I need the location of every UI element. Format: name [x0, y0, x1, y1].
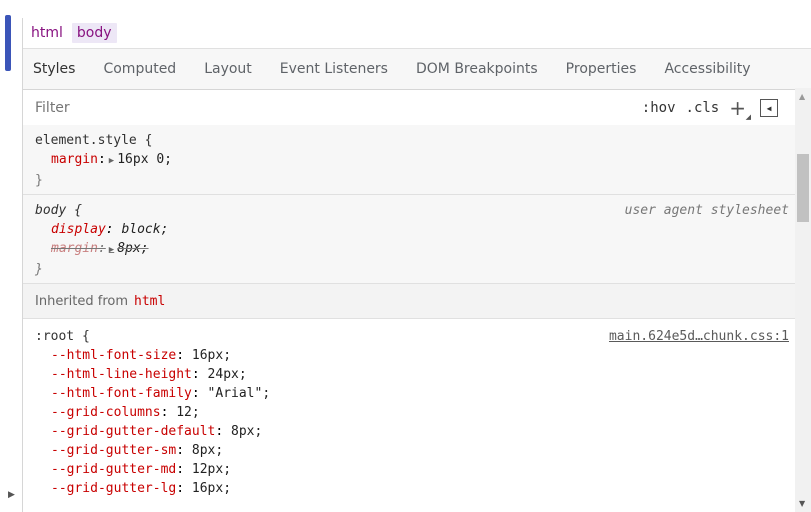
property-name[interactable]: margin [51, 152, 98, 167]
property-value[interactable]: 16px 0; [117, 152, 172, 167]
plus-icon: + [729, 96, 746, 120]
new-style-rule-button[interactable]: + ◢ [729, 96, 751, 121]
filter-row: :hov .cls +◢ ◀ [23, 90, 811, 127]
property-name[interactable]: --grid-gutter-lg [51, 481, 176, 496]
close-brace: } [35, 173, 43, 188]
property-value[interactable]: 8px; [231, 424, 262, 439]
body-decl-display: display: block; [51, 222, 169, 237]
scroll-up-arrow-icon[interactable]: ▲ [799, 92, 805, 101]
breadcrumb-html[interactable]: html [31, 25, 63, 41]
root-rule: :root { main.624e5d…chunk.css:1 --html-f… [23, 319, 795, 498]
property-value[interactable]: "Arial"; [208, 386, 271, 401]
element-style-selector[interactable]: element.style { [35, 131, 787, 150]
property-name[interactable]: --grid-columns [51, 405, 161, 420]
rule-origin: user agent stylesheet [624, 203, 789, 218]
filter-input[interactable] [33, 99, 597, 117]
root-decl[interactable]: --grid-gutter-lg: 16px; [35, 479, 787, 498]
property-name[interactable]: --grid-gutter-md [51, 462, 176, 477]
property-value: 8px; [117, 241, 149, 256]
tab-computed[interactable]: Computed [103, 61, 176, 77]
tab-properties[interactable]: Properties [566, 61, 637, 77]
expand-arrow-icon[interactable]: ▶ [8, 490, 15, 500]
styles-panel: html body Styles Computed Layout Event L… [22, 18, 811, 512]
root-decl[interactable]: --grid-gutter-sm: 8px; [35, 441, 787, 460]
close-brace: } [35, 262, 43, 277]
stylesheet-source-link[interactable]: main.624e5d…chunk.css:1 [609, 327, 789, 346]
root-decl[interactable]: --html-line-height: 24px; [35, 365, 787, 384]
root-decl[interactable]: --grid-gutter-md: 12px; [35, 460, 787, 479]
element-style-decl[interactable]: margin: ▶ 16px 0; [35, 150, 787, 171]
tab-event-listeners[interactable]: Event Listeners [280, 61, 388, 77]
root-decl[interactable]: --grid-columns: 12; [35, 403, 787, 422]
scrollbar[interactable]: ▲ ▼ [795, 88, 811, 512]
property-value[interactable]: 12px; [192, 462, 231, 477]
root-decl[interactable]: --html-font-size: 16px; [35, 346, 787, 365]
breadcrumb: html body [23, 18, 811, 49]
inherited-label: Inherited from [35, 293, 128, 309]
tab-dom-breakpoints[interactable]: DOM Breakpoints [416, 61, 538, 77]
property-name[interactable]: --html-font-size [51, 348, 176, 363]
expand-triangle-icon[interactable]: ▶ [109, 156, 114, 166]
inherited-tag-link[interactable]: html [134, 294, 165, 309]
body-decl-margin-overridden: margin: ▶ 8px; [51, 241, 149, 256]
tab-bar: Styles Computed Layout Event Listeners D… [23, 49, 811, 90]
selection-accent-bar [5, 15, 11, 71]
filter-tools: :hov .cls + ◢ ◀ [632, 90, 778, 126]
corner-triangle-icon: ◢ [745, 113, 751, 121]
property-name[interactable]: --grid-gutter-default [51, 424, 215, 439]
property-value: block; [121, 222, 169, 237]
root-decl[interactable]: --grid-gutter-default: 8px; [35, 422, 787, 441]
root-decl[interactable]: --html-font-family: "Arial"; [35, 384, 787, 403]
property-name[interactable]: --html-font-family [51, 386, 192, 401]
property-name: margin [51, 241, 98, 256]
scroll-thumb[interactable] [797, 154, 809, 222]
hov-toggle[interactable]: :hov [642, 100, 676, 116]
property-value[interactable]: 24px; [208, 367, 247, 382]
tab-accessibility[interactable]: Accessibility [664, 61, 750, 77]
breadcrumb-body[interactable]: body [71, 23, 117, 43]
inherited-from-header: Inherited from html [23, 284, 795, 319]
property-value[interactable]: 8px; [192, 443, 223, 458]
styles-content: element.style { margin: ▶ 16px 0; } body {… [23, 125, 795, 498]
cls-toggle[interactable]: .cls [686, 100, 720, 116]
tab-layout[interactable]: Layout [204, 61, 252, 77]
property-name: display [51, 222, 106, 237]
property-value[interactable]: 16px; [192, 481, 231, 496]
property-value[interactable]: 12; [176, 405, 199, 420]
property-value[interactable]: 16px; [192, 348, 231, 363]
element-style-rule: element.style { margin: ▶ 16px 0; } [23, 125, 795, 195]
scroll-down-arrow-icon[interactable]: ▼ [799, 499, 805, 508]
tab-styles[interactable]: Styles [33, 61, 75, 77]
expand-triangle-icon[interactable]: ▶ [109, 245, 114, 255]
property-name[interactable]: --html-line-height [51, 367, 192, 382]
toggle-sidebar-icon[interactable]: ◀ [760, 99, 778, 117]
body-ua-rule: body { user agent stylesheet display: bl… [23, 195, 795, 284]
left-gutter: ▶ [0, 0, 22, 512]
property-name[interactable]: --grid-gutter-sm [51, 443, 176, 458]
